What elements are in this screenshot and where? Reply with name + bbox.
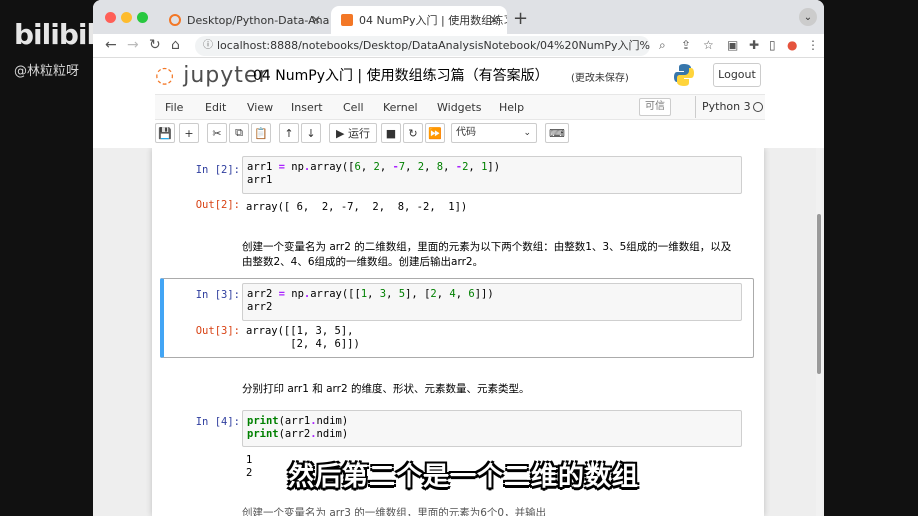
back-icon[interactable]: ← (105, 37, 117, 53)
browser-window: Desktop/Python-Data-Analysis ✕ 04 NumPy入… (93, 0, 824, 516)
cell-output: 1 2 (246, 454, 253, 479)
close-tab-icon[interactable]: ✕ (311, 13, 321, 27)
extension-icon[interactable]: ▣ (727, 38, 738, 52)
menu-help[interactable]: Help (499, 101, 524, 114)
move-up-icon[interactable]: ↑ (279, 123, 299, 143)
scrollbar-thumb[interactable] (817, 214, 821, 374)
page-scrollbar[interactable] (816, 148, 822, 516)
interrupt-icon[interactable]: ■ (381, 123, 401, 143)
trusted-indicator[interactable]: 可信 (639, 98, 671, 116)
code-editor[interactable]: print(arr1.ndim) print(arr2.ndim) (242, 410, 742, 447)
cell-type-value: 代码 (456, 127, 476, 138)
command-palette-icon[interactable]: ⌨ (545, 123, 569, 143)
close-window-dot[interactable] (105, 12, 116, 23)
tab-strip: Desktop/Python-Data-Analysis ✕ 04 NumPy入… (93, 0, 824, 34)
logout-button[interactable]: Logout (713, 63, 761, 87)
output-prompt: Out[3]: (195, 325, 240, 337)
uploader-watermark: @林粒粒呀 (14, 64, 80, 79)
share-icon[interactable]: ⇪ (681, 38, 691, 52)
run-button[interactable]: ▶ 运行 (329, 123, 377, 143)
save-icon[interactable]: 💾 (155, 123, 175, 143)
menu-kernel[interactable]: Kernel (383, 101, 418, 114)
forward-icon[interactable]: → (127, 37, 139, 53)
kernel-indicator: Python 3 (695, 96, 765, 118)
tab-label: Desktop/Python-Data-Analysis (187, 13, 329, 27)
code-editor[interactable]: arr2 = np.array([[1, 3, 5], [2, 4, 6]]) … (242, 283, 742, 321)
browser-menu-icon[interactable]: ⋮ (807, 38, 819, 52)
menu-cell[interactable]: Cell (343, 101, 364, 114)
cell-output: array([ 6, 2, -7, 2, 8, -2, 1]) (246, 201, 468, 213)
profile-avatar-icon[interactable]: ● (787, 38, 797, 52)
cell-output: array([[1, 3, 5], [2, 4, 6]]) (246, 325, 360, 350)
address-bar[interactable]: ⓘ localhost:8888/notebooks/Desktop/DataA… (195, 36, 650, 56)
notebook-title[interactable]: 04 NumPy入门 | 使用数组练习篇（有答案版） (253, 65, 549, 85)
copy-icon[interactable]: ⧉ (229, 123, 249, 143)
menu-widgets[interactable]: Widgets (437, 101, 481, 114)
restart-icon[interactable]: ↻ (403, 123, 423, 143)
jupyter-header: ◌ jupyter 04 NumPy入门 | 使用数组练习篇（有答案版） (更改… (93, 58, 824, 94)
bilibili-watermark-logo: bilibili (14, 18, 105, 51)
menu-insert[interactable]: Insert (291, 101, 323, 114)
chevron-down-icon: ⌄ (523, 128, 531, 138)
input-prompt: In [2]: (195, 164, 240, 176)
restart-run-all-icon[interactable]: ⏩ (425, 123, 445, 143)
input-prompt: In [3]: (195, 289, 240, 301)
kernel-status-icon (753, 102, 763, 112)
zoom-icon[interactable]: ⌕ (659, 38, 666, 53)
notebook-toolbar: 💾 + ✂ ⧉ 📋 ↑ ↓ ▶ 运行 ■ ↻ ⏩ 代码 ⌄ ⌨ (155, 122, 765, 146)
cell-type-select[interactable]: 代码 ⌄ (451, 123, 537, 143)
paste-icon[interactable]: 📋 (251, 123, 271, 143)
save-status: (更改未保存) (571, 73, 629, 84)
run-icon: ▶ (336, 126, 345, 140)
menu-edit[interactable]: Edit (205, 101, 226, 114)
menu-file[interactable]: File (165, 101, 183, 114)
jupyter-logo[interactable]: ◌ jupyter (155, 63, 268, 88)
jupyter-orbit-icon: ◌ (155, 63, 176, 88)
run-label: 运行 (347, 127, 370, 140)
input-prompt: In [4]: (195, 416, 240, 428)
reload-icon[interactable]: ↻ (149, 37, 161, 53)
menu-view[interactable]: View (247, 101, 273, 114)
tab-file-browser[interactable]: Desktop/Python-Data-Analysis ✕ (159, 6, 329, 34)
video-frame: bilibili @林粒粒呀 Desktop/Python-Data-Analy… (0, 0, 918, 516)
python-logo-icon (674, 64, 694, 86)
address-toolbar: ← → ↻ ⌂ ⓘ localhost:8888/notebooks/Deskt… (93, 34, 824, 58)
jupyter-favicon-icon (169, 14, 181, 26)
code-editor[interactable]: arr1 = np.array([6, 2, -7, 2, 8, -2, 1])… (242, 156, 742, 194)
bookmark-star-icon[interactable]: ☆ (703, 38, 714, 52)
kernel-name: Python 3 (702, 100, 751, 113)
tab-notebook[interactable]: 04 NumPy入门 | 使用数组练习篇 ✕ (331, 6, 507, 34)
notebook-favicon-icon (341, 14, 353, 26)
cut-icon[interactable]: ✂ (207, 123, 227, 143)
notebook-menubar: File Edit View Insert Cell Kernel Widget… (155, 94, 765, 120)
minimize-window-dot[interactable] (121, 12, 132, 23)
move-down-icon[interactable]: ↓ (301, 123, 321, 143)
output-prompt: Out[2]: (195, 199, 240, 211)
markdown-cell-print[interactable]: 分别打印 arr1 和 arr2 的维度、形状、元素数量、元素类型。 (242, 382, 732, 397)
sidebar-icon[interactable]: ▯ (769, 38, 776, 52)
new-tab-button[interactable]: + (513, 8, 528, 29)
home-icon[interactable]: ⌂ (171, 37, 180, 53)
code-cell-3-selected[interactable]: In [3]: arr2 = np.array([[1, 3, 5], [2, … (160, 278, 754, 358)
tab-label: 04 NumPy入门 | 使用数组练习篇 (359, 14, 507, 27)
insert-cell-icon[interactable]: + (179, 123, 199, 143)
zoom-window-dot[interactable] (137, 12, 148, 23)
code-cell-2[interactable]: In [2]: arr1 = np.array([6, 2, -7, 2, 8,… (160, 156, 754, 214)
site-info-icon[interactable]: ⓘ (203, 36, 213, 56)
video-subtitle: 然后第二个是一个二维的数组 (288, 462, 640, 492)
url-text: localhost:8888/notebooks/Desktop/DataAna… (217, 39, 650, 52)
puzzle-icon[interactable]: ✚ (749, 38, 759, 52)
markdown-cell-partial[interactable]: 创建一个变量名为 arr3 的一维数组，里面的元素为6个0，并输出 (242, 506, 732, 516)
markdown-cell-arr2[interactable]: 创建一个变量名为 arr2 的二维数组，里面的元素为以下两个数组：由整数1、3、… (242, 240, 732, 270)
tab-search-icon[interactable]: ⌄ (799, 8, 817, 26)
close-tab-icon[interactable]: ✕ (489, 13, 499, 27)
